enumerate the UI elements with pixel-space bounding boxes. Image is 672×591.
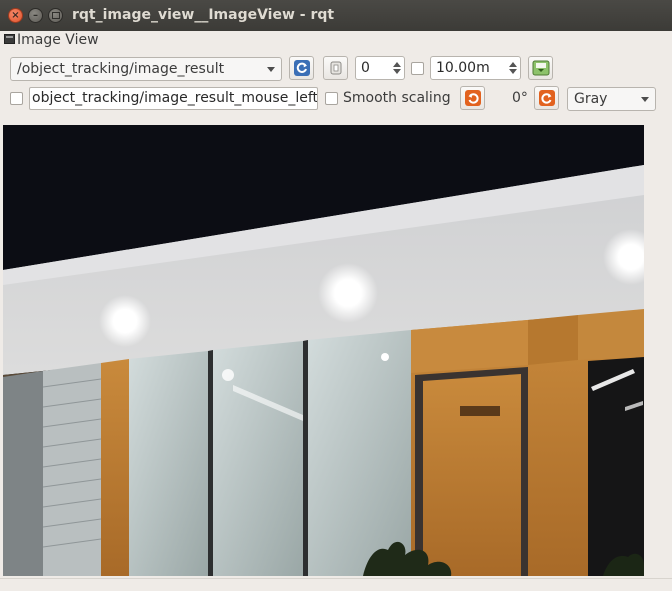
rotation-label: 0°	[512, 90, 528, 106]
max-range-spinbox[interactable]: 10.00m	[430, 56, 521, 80]
dock-title: Image View	[17, 32, 99, 48]
chevron-down-icon	[267, 67, 275, 72]
publish-mouse-checkbox[interactable]	[10, 92, 23, 105]
camera-image-view[interactable]	[3, 125, 644, 576]
smooth-scaling-checkbox[interactable]	[325, 92, 338, 105]
minimize-icon: –	[33, 9, 38, 21]
spin-down-icon[interactable]	[393, 69, 401, 74]
maximize-icon	[51, 12, 60, 19]
topic-select[interactable]: /object_tracking/image_result	[10, 57, 282, 81]
color-scheme-value: Gray	[574, 91, 608, 107]
rotate-right-button[interactable]	[534, 86, 559, 110]
refresh-topics-button[interactable]	[289, 56, 314, 80]
mouse-topic-value: object_tracking/image_result_mouse_left	[32, 90, 318, 106]
window-titlebar[interactable]: × – rqt_image_view__ImageView - rqt	[0, 0, 672, 31]
save-image-icon	[532, 60, 549, 76]
dock-widget-icon[interactable]	[4, 34, 15, 44]
max-range-value: 10.00m	[436, 60, 490, 76]
rotate-left-icon	[464, 90, 481, 106]
zoom-spinbox-value: 0	[361, 60, 370, 76]
maximize-window-button[interactable]	[48, 8, 63, 23]
zoom-original-icon	[330, 61, 341, 75]
status-divider	[0, 578, 672, 579]
chevron-down-icon	[641, 97, 649, 102]
close-icon: ×	[11, 9, 20, 21]
spin-up-icon[interactable]	[509, 62, 517, 67]
spin-down-icon[interactable]	[509, 69, 517, 74]
smooth-scaling-label: Smooth scaling	[343, 90, 451, 106]
rotate-right-icon	[538, 90, 555, 106]
refresh-icon	[293, 60, 310, 76]
mouse-topic-input[interactable]: object_tracking/image_result_mouse_left	[29, 87, 318, 110]
window-title: rqt_image_view__ImageView - rqt	[72, 7, 335, 23]
camera-image	[3, 125, 644, 576]
dynamic-range-checkbox[interactable]	[411, 62, 424, 75]
topic-select-value: /object_tracking/image_result	[17, 61, 225, 77]
save-image-button[interactable]	[528, 56, 553, 80]
zoom-spinbox[interactable]: 0	[355, 56, 405, 80]
minimize-window-button[interactable]: –	[28, 8, 43, 23]
color-scheme-select[interactable]: Gray	[567, 87, 656, 111]
zoom-1-button[interactable]	[323, 56, 348, 80]
spin-up-icon[interactable]	[393, 62, 401, 67]
close-window-button[interactable]: ×	[8, 8, 23, 23]
rotate-left-button[interactable]	[460, 86, 485, 110]
